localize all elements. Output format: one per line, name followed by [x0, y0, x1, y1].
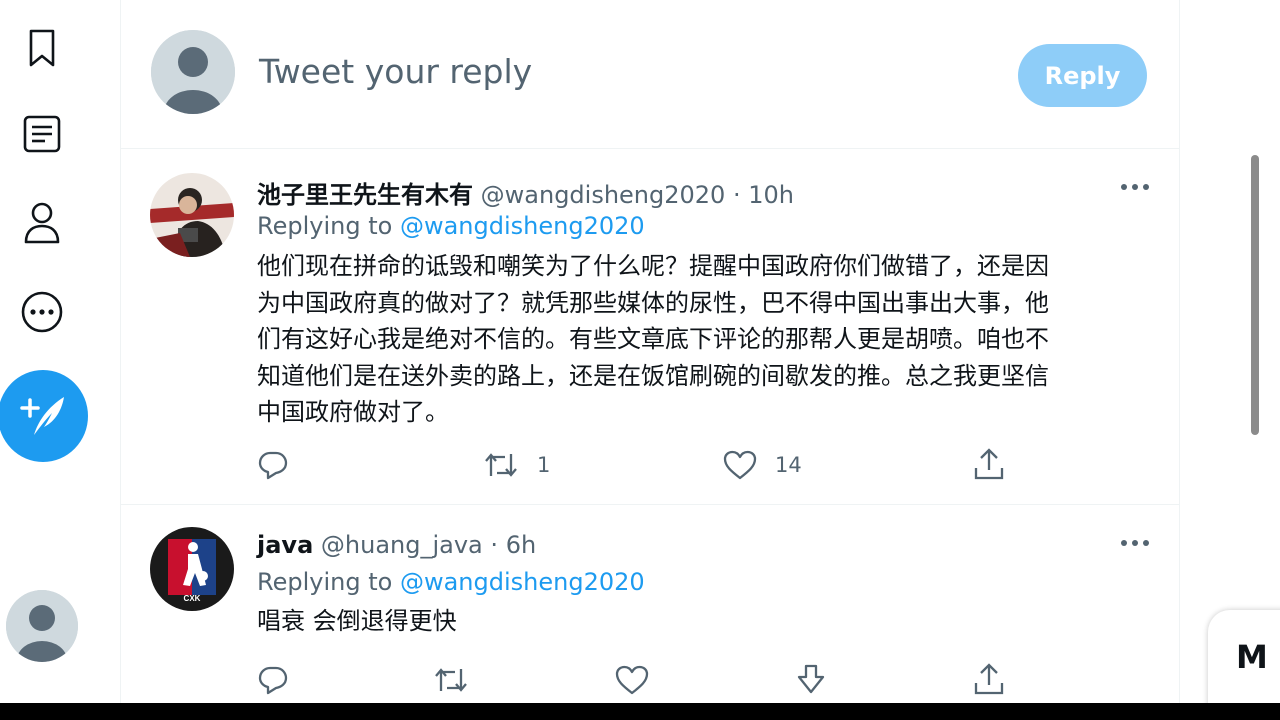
account-avatar[interactable] — [6, 590, 78, 662]
avatar-text: CXK — [184, 594, 201, 603]
replying-to: Replying to @wangdisheng2020 — [257, 568, 645, 596]
display-name[interactable]: 池子里王先生有木有 — [257, 181, 473, 209]
display-name[interactable]: java — [257, 531, 313, 559]
share-action[interactable] — [973, 662, 1005, 696]
mention-link[interactable]: @wangdisheng2020 — [400, 568, 645, 596]
handle[interactable]: @huang_java — [321, 531, 483, 559]
composer-avatar — [151, 30, 235, 114]
side-panel-label: M — [1236, 638, 1268, 676]
separator: · — [490, 531, 499, 559]
text-line: 为中国政府真的做对了？就凭那些媒体的尿性，巴不得中国出事出大事，他 — [257, 288, 1049, 317]
like-icon — [615, 665, 649, 695]
reply-action[interactable] — [257, 664, 289, 696]
replying-to-label: Replying to — [257, 568, 393, 596]
retweet-icon — [485, 453, 517, 477]
lists-icon[interactable] — [18, 110, 66, 158]
download-action[interactable] — [795, 663, 827, 697]
tweet-header: java @huang_java · 6h — [257, 531, 536, 559]
reply-input[interactable]: Tweet your reply — [259, 52, 532, 91]
reply-composer: Tweet your reply Reply — [121, 0, 1179, 149]
screen: Tweet your reply Reply 池子里王先生有木有 @wangdi… — [0, 0, 1280, 703]
share-action[interactable] — [973, 447, 1005, 481]
avatar[interactable]: CXK — [150, 527, 234, 611]
tweet[interactable]: CXK java @huang_java · 6h Replying to @w… — [121, 505, 1179, 703]
tweet-text: 他们现在拼命的诋毁和嘲笑为了什么呢？提醒中国政府你们做错了，还是因 为中国政府真… — [257, 248, 1147, 431]
more-options-icon[interactable] — [1117, 175, 1153, 199]
retweet-icon — [435, 668, 467, 692]
text-line: 唱衰 会倒退得更快 — [257, 607, 457, 635]
tweet[interactable]: 池子里王先生有木有 @wangdisheng2020 · 10h Replyin… — [121, 149, 1179, 505]
text-line: 们有这好心我是绝对不信的。有些文章底下评论的那帮人更是胡喷。咱也不 — [257, 325, 1049, 353]
side-panel-card[interactable]: M — [1208, 610, 1280, 703]
separator: · — [732, 181, 741, 209]
share-icon — [974, 663, 1004, 695]
reply-button[interactable]: Reply — [1018, 44, 1147, 107]
conversation-column: Tweet your reply Reply 池子里王先生有木有 @wangdi… — [120, 0, 1180, 703]
share-icon — [974, 448, 1004, 480]
mention-link[interactable]: @wangdisheng2020 — [400, 212, 645, 240]
compose-tweet-button[interactable] — [0, 370, 88, 462]
replying-to-label: Replying to — [257, 212, 393, 240]
tweet-header: 池子里王先生有木有 @wangdisheng2020 · 10h — [257, 175, 794, 210]
reply-icon — [258, 451, 288, 480]
retweet-count: 1 — [537, 453, 551, 477]
reply-action[interactable] — [257, 449, 289, 481]
scrollbar[interactable] — [1251, 155, 1259, 435]
reply-icon — [258, 666, 288, 695]
retweet-action[interactable]: 1 — [483, 449, 550, 481]
tweet-text: 唱衰 会倒退得更快 — [257, 603, 1147, 640]
more-circle-icon[interactable] — [18, 288, 66, 336]
more-options-icon[interactable] — [1117, 531, 1153, 555]
text-line: 中国政府做对了。 — [257, 398, 449, 426]
bookmark-icon[interactable] — [18, 24, 66, 72]
like-action[interactable]: 14 — [723, 449, 802, 481]
profile-icon[interactable] — [18, 199, 66, 247]
timestamp[interactable]: 6h — [506, 531, 536, 559]
like-icon — [723, 450, 757, 480]
compose-tweet-icon — [20, 397, 64, 435]
left-nav — [0, 0, 100, 703]
retweet-action[interactable] — [433, 664, 469, 696]
avatar[interactable] — [150, 173, 234, 257]
text-line: 他们现在拼命的诋毁和嘲笑为了什么呢？提醒中国政府你们做错了，还是因 — [257, 252, 1049, 280]
like-action[interactable] — [615, 664, 649, 696]
like-count: 14 — [775, 453, 802, 477]
text-line: 知道他们是在送外卖的路上，还是在饭馆刷碗的间歇发的推。总之我更坚信 — [257, 361, 1049, 390]
replying-to: Replying to @wangdisheng2020 — [257, 212, 645, 240]
timestamp[interactable]: 10h — [748, 181, 794, 209]
download-icon — [797, 664, 825, 694]
handle[interactable]: @wangdisheng2020 — [481, 181, 726, 209]
